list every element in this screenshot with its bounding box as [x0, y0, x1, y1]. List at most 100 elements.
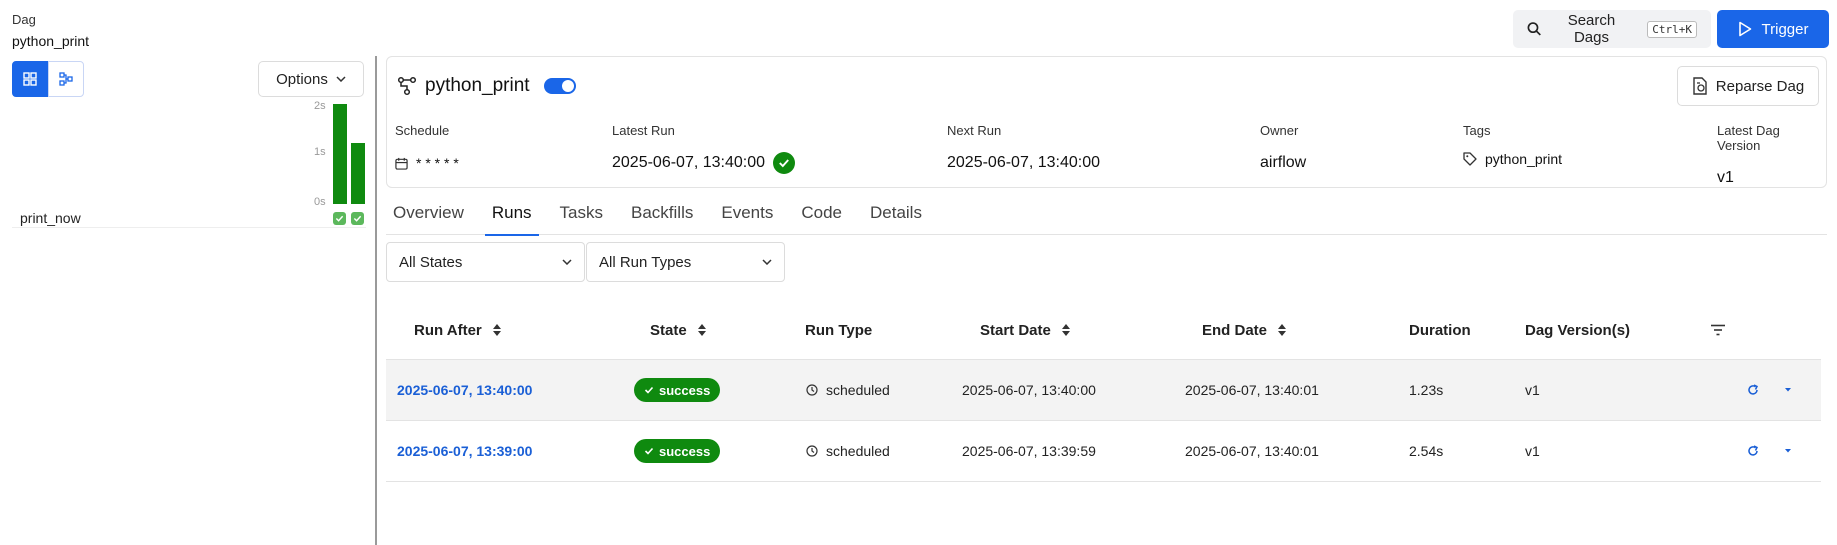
- grid-view-button[interactable]: [12, 61, 48, 97]
- filter-lines-icon: [1711, 324, 1725, 336]
- dag-pause-toggle[interactable]: [543, 78, 576, 94]
- dag-runs-table: Run After State Run Type Start Date End …: [386, 300, 1821, 482]
- reparse-label: Reparse Dag: [1715, 77, 1805, 95]
- sort-icon: [1278, 324, 1287, 336]
- chart-tick-1s: 1s: [314, 146, 326, 158]
- cell-run-type: scheduled: [806, 360, 890, 420]
- column-label: End Date: [1202, 321, 1268, 339]
- table-header: Run After State Run Type Start Date End …: [386, 300, 1821, 360]
- task-row[interactable]: print_now: [12, 210, 366, 228]
- graph-view-button[interactable]: [48, 61, 84, 97]
- tab-details[interactable]: Details: [863, 203, 929, 235]
- breadcrumb-dag-name[interactable]: python_print: [12, 33, 89, 49]
- tag-icon: [1463, 152, 1477, 166]
- cell-state: success: [634, 360, 721, 420]
- run-type-filter-value: All Run Types: [599, 253, 692, 271]
- meta-label: Latest Dag Version: [1717, 123, 1780, 153]
- run-type-filter-select[interactable]: All Run Types: [586, 242, 785, 282]
- cell-run-after: 2025-06-07, 13:40:00: [397, 360, 532, 420]
- tag-value[interactable]: python_print: [1485, 151, 1562, 167]
- check-icon: [644, 386, 654, 394]
- status-text: success: [659, 443, 711, 459]
- schedule-value: * * * * *: [416, 155, 459, 171]
- column-filter-button[interactable]: [1710, 300, 1726, 360]
- table-row[interactable]: 2025-06-07, 13:40:00 success scheduled 2…: [386, 360, 1821, 421]
- owner-value: airflow: [1260, 154, 1307, 171]
- meta-schedule: Schedule * * * * *: [395, 123, 459, 174]
- sort-icon: [1061, 324, 1070, 336]
- status-badge: success: [634, 439, 721, 463]
- view-toggle: [12, 61, 84, 97]
- search-dags-button[interactable]: Search Dags Ctrl+K: [1513, 10, 1711, 48]
- file-refresh-icon: [1693, 77, 1707, 95]
- cell-dag-version: v1: [1525, 443, 1540, 459]
- success-status-icon: [773, 152, 796, 174]
- clock-icon: [806, 384, 818, 396]
- next-run-value: 2025-06-07, 13:40:00: [947, 154, 1101, 171]
- table-row[interactable]: 2025-06-07, 13:39:00 success scheduled 2…: [386, 421, 1821, 482]
- clock-icon: [806, 445, 818, 457]
- duration-bar[interactable]: [351, 142, 365, 204]
- dag-tabs: Overview Runs Tasks Backfills Events Cod…: [386, 203, 1827, 236]
- meta-value-row: * * * * *: [395, 152, 459, 174]
- refresh-icon: [1748, 384, 1759, 395]
- column-end-date[interactable]: End Date: [1202, 300, 1287, 360]
- sort-icon: [697, 324, 706, 336]
- column-dag-versions: Dag Version(s): [1525, 300, 1630, 360]
- breadcrumb-label: Dag: [12, 12, 36, 27]
- row-menu-button[interactable]: [1783, 421, 1793, 481]
- meta-tags: Tags python_print: [1463, 123, 1562, 170]
- panel-divider[interactable]: [375, 56, 377, 545]
- tab-tasks[interactable]: Tasks: [553, 203, 610, 235]
- tab-overview[interactable]: Overview: [386, 203, 471, 235]
- tab-events[interactable]: Events: [714, 203, 780, 235]
- state-filter-value: All States: [399, 253, 463, 271]
- cell-run-after: 2025-06-07, 13:39:00: [397, 421, 532, 481]
- cell-duration: 2.54s: [1409, 443, 1444, 459]
- run-link[interactable]: 2025-06-07, 13:40:00: [397, 382, 532, 398]
- dag-title: python_print: [397, 75, 576, 97]
- meta-latest-version: Latest Dag Version v1: [1717, 123, 1826, 189]
- meta-label: Tags: [1463, 123, 1491, 138]
- tab-backfills[interactable]: Backfills: [624, 203, 700, 235]
- dag-icon: [397, 76, 417, 96]
- refresh-icon: [1748, 445, 1759, 456]
- meta-value-row: python_print: [1463, 148, 1562, 170]
- state-filter-select[interactable]: All States: [386, 242, 585, 282]
- sort-icon: [492, 324, 501, 336]
- column-label: Dag Version(s): [1525, 321, 1631, 339]
- search-icon: [1527, 22, 1541, 36]
- dag-header-card: python_print Reparse Dag Schedule * * * …: [386, 56, 1827, 188]
- tab-runs[interactable]: Runs: [484, 203, 539, 236]
- column-duration: Duration: [1409, 300, 1471, 360]
- cell-end-date: 2025-06-07, 13:40:01: [1185, 443, 1319, 459]
- chart-tick-2s: 2s: [314, 100, 326, 112]
- column-run-after[interactable]: Run After: [414, 300, 502, 360]
- clear-run-button[interactable]: [1747, 421, 1759, 481]
- clear-run-button[interactable]: [1747, 360, 1759, 420]
- top-actions: Search Dags Ctrl+K Trigger: [1513, 10, 1829, 48]
- reparse-dag-button[interactable]: Reparse Dag: [1677, 66, 1819, 106]
- trigger-button[interactable]: Trigger: [1717, 10, 1829, 48]
- row-menu-button[interactable]: [1783, 360, 1793, 420]
- play-icon: [1738, 21, 1751, 37]
- check-icon: [779, 159, 789, 168]
- column-state[interactable]: State: [650, 300, 707, 360]
- cell-end-date: 2025-06-07, 13:40:01: [1185, 382, 1319, 398]
- tab-code[interactable]: Code: [794, 203, 849, 235]
- bar-area: [333, 104, 370, 204]
- caret-down-icon: [1785, 449, 1791, 453]
- cell-start-date: 2025-06-07, 13:40:00: [962, 382, 1096, 398]
- status-text: success: [659, 382, 711, 398]
- meta-label: Schedule: [395, 123, 450, 138]
- latest-run-value[interactable]: 2025-06-07, 13:40:00: [612, 154, 765, 172]
- options-button[interactable]: Options: [258, 61, 364, 97]
- run-link[interactable]: 2025-06-07, 13:39:00: [397, 443, 532, 459]
- duration-bar[interactable]: [333, 104, 347, 204]
- column-label: Start Date: [980, 321, 1051, 339]
- task-name[interactable]: print_now: [20, 210, 81, 226]
- column-start-date[interactable]: Start Date: [980, 300, 1071, 360]
- meta-next-run: Next Run 2025-06-07, 13:40:00: [947, 123, 1100, 174]
- caret-down-icon: [1785, 388, 1791, 392]
- column-run-type: Run Type: [805, 300, 872, 360]
